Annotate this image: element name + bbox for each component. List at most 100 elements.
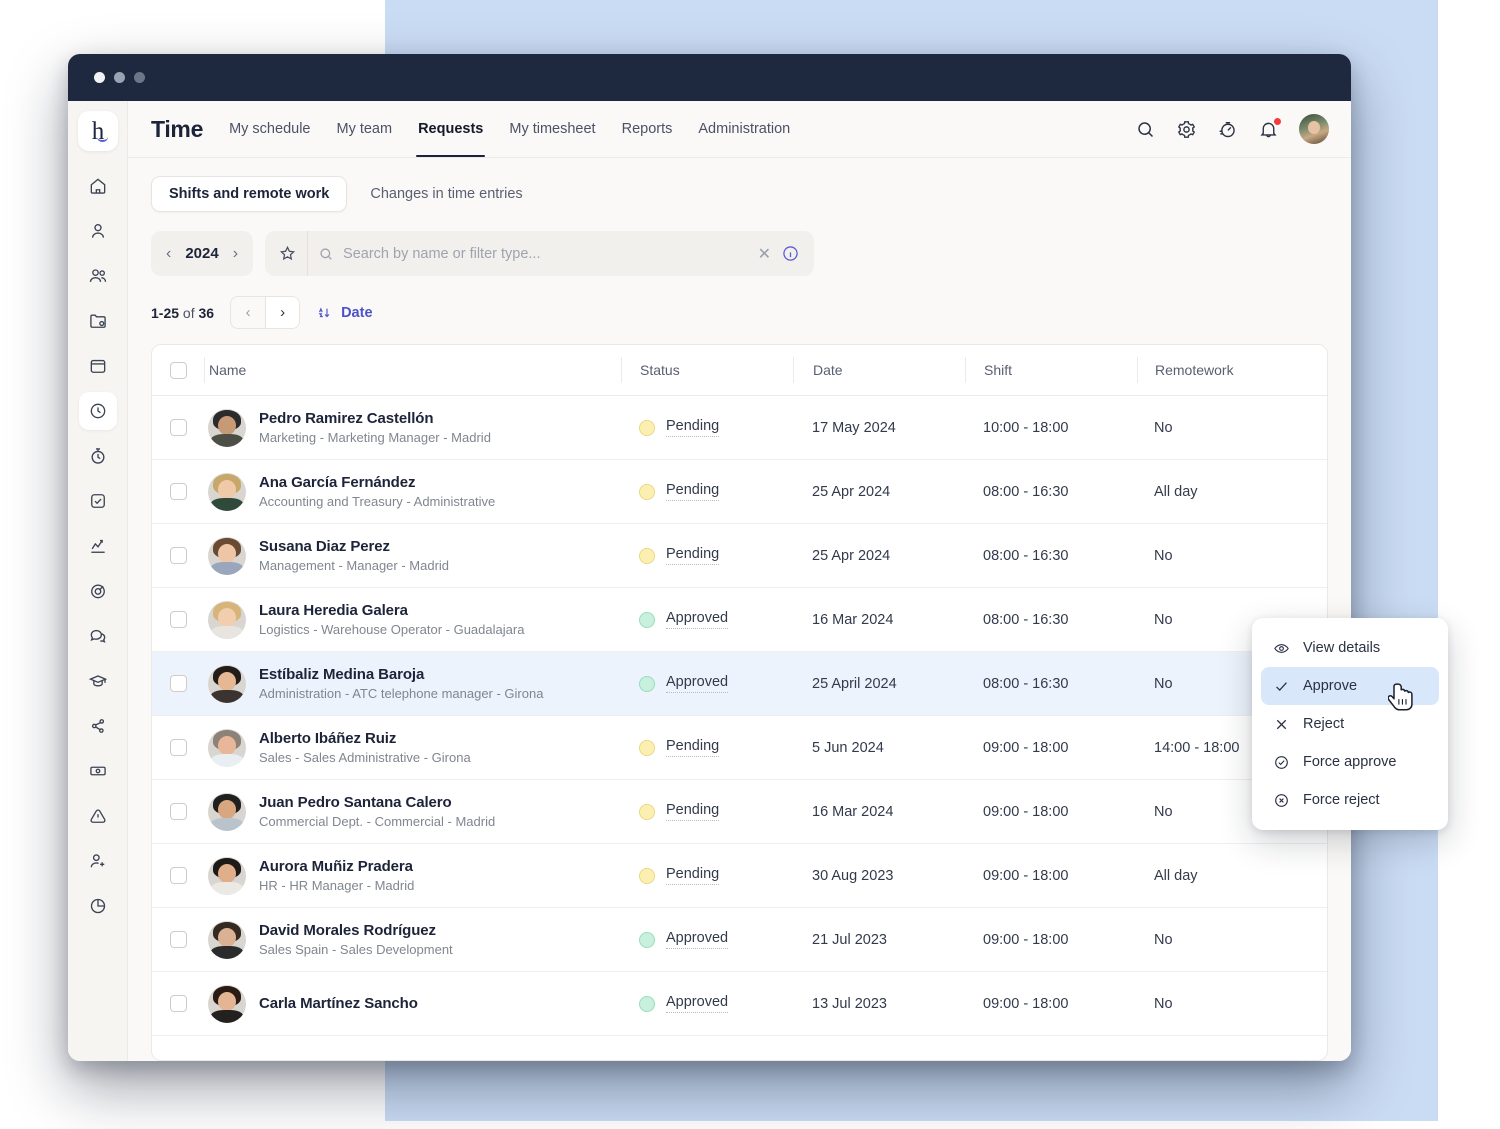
search-button[interactable] [1135, 119, 1156, 140]
nav-requests[interactable]: Requests [418, 101, 483, 157]
search-input[interactable] [343, 246, 748, 262]
check-icon [1273, 678, 1290, 695]
row-checkbox[interactable] [170, 739, 187, 756]
sidebar-item-recruitment[interactable] [79, 842, 117, 880]
column-header-status[interactable]: Status [621, 357, 793, 383]
row-remotework: No [1154, 996, 1173, 1012]
row-checkbox[interactable] [170, 547, 187, 564]
clear-search-button[interactable]: ✕ [748, 244, 781, 264]
row-date-cell: 5 Jun 2024 [793, 739, 965, 757]
timetracker-button[interactable] [1217, 119, 1238, 140]
stopwatch-icon [1217, 119, 1238, 140]
status-badge: Pending [666, 802, 719, 821]
row-checkbox[interactable] [170, 419, 187, 436]
status-badge: Approved [666, 610, 728, 629]
row-checkbox[interactable] [170, 675, 187, 692]
column-header-remotework[interactable]: Remotework [1137, 357, 1327, 383]
pagination-total: 36 [199, 305, 215, 321]
favorite-button[interactable] [278, 244, 297, 263]
notifications-button[interactable] [1258, 119, 1279, 140]
nav-reports[interactable]: Reports [622, 101, 673, 157]
year-prev-button[interactable]: ‹ [166, 246, 171, 262]
nav-my-schedule[interactable]: My schedule [229, 101, 310, 157]
sidebar-item-payroll[interactable] [79, 752, 117, 790]
row-name: Carla Martínez Sancho [259, 995, 418, 1012]
tab-shifts-and-remote-work[interactable]: Shifts and remote work [151, 176, 347, 212]
row-checkbox[interactable] [170, 803, 187, 820]
window-maximize-dot[interactable] [134, 72, 145, 83]
row-shift: 08:00 - 16:30 [983, 612, 1068, 628]
nav-administration[interactable]: Administration [698, 101, 790, 157]
table-row[interactable]: Alberto Ibáñez RuizSales - Sales Adminis… [152, 716, 1327, 780]
sidebar-item-chat[interactable] [79, 617, 117, 655]
nav-my-timesheet[interactable]: My timesheet [509, 101, 595, 157]
row-checkbox[interactable] [170, 931, 187, 948]
pagination-next-button[interactable]: › [265, 297, 299, 328]
app-logo[interactable]: h [78, 111, 118, 151]
sidebar-item-time[interactable] [79, 392, 117, 430]
sidebar-item-tasks[interactable] [79, 482, 117, 520]
table-row[interactable]: David Morales RodríguezSales Spain - Sal… [152, 908, 1327, 972]
sidebar-item-goals[interactable] [79, 572, 117, 610]
menu-item-force-approve[interactable]: Force approve [1261, 743, 1439, 781]
sidebar-item-home[interactable] [79, 167, 117, 205]
window-close-dot[interactable] [94, 72, 105, 83]
status-dot-approved [639, 676, 655, 692]
menu-item-force-reject[interactable]: Force reject [1261, 781, 1439, 819]
sidebar-item-people[interactable] [79, 257, 117, 295]
column-header-date[interactable]: Date [793, 357, 965, 383]
year-next-button[interactable]: › [233, 246, 238, 262]
row-select-cell [152, 995, 204, 1012]
status-badge: Approved [666, 994, 728, 1013]
tab-changes-in-time-entries[interactable]: Changes in time entries [353, 177, 539, 211]
pagination-prev-button[interactable]: ‹ [231, 297, 265, 328]
row-checkbox[interactable] [170, 483, 187, 500]
search-divider [307, 231, 308, 276]
table-row[interactable]: Estíbaliz Medina BarojaAdministration - … [152, 652, 1327, 716]
info-button[interactable] [781, 244, 810, 263]
sidebar-item-person[interactable] [79, 212, 117, 250]
row-remotework: All day [1154, 868, 1198, 884]
app-window: h [68, 54, 1351, 1061]
table-row[interactable]: Susana Diaz PerezManagement - Manager - … [152, 524, 1327, 588]
sidebar-item-reports[interactable] [79, 887, 117, 925]
table-row[interactable]: Aurora Muñiz PraderaHR - HR Manager - Ma… [152, 844, 1327, 908]
settings-button[interactable] [1176, 119, 1197, 140]
user-avatar[interactable] [1299, 114, 1329, 144]
nav-my-team[interactable]: My team [336, 101, 392, 157]
window-minimize-dot[interactable] [114, 72, 125, 83]
table-row[interactable]: Ana García FernándezAccounting and Treas… [152, 460, 1327, 524]
column-header-shift[interactable]: Shift [965, 357, 1137, 383]
chart-line-icon [88, 536, 108, 556]
pagination-buttons: ‹ › [230, 296, 300, 329]
sidebar-item-alerts[interactable] [79, 797, 117, 835]
sidebar-item-calendar[interactable] [79, 347, 117, 385]
sort-button[interactable]: Date [316, 304, 372, 321]
row-status-cell: Approved [621, 674, 793, 693]
status-dot-approved [639, 932, 655, 948]
table-row[interactable]: Juan Pedro Santana CaleroCommercial Dept… [152, 780, 1327, 844]
pagination-row: 1-25 of 36 ‹ › Date [151, 296, 1328, 329]
table-row[interactable]: Laura Heredia GaleraLogistics - Warehous… [152, 588, 1327, 652]
menu-item-view-details[interactable]: View details [1261, 629, 1439, 667]
sidebar-item-folder[interactable] [79, 302, 117, 340]
row-status-cell: Pending [621, 738, 793, 757]
sidebar-item-learning[interactable] [79, 662, 117, 700]
row-checkbox[interactable] [170, 611, 187, 628]
row-checkbox[interactable] [170, 995, 187, 1012]
workflow-icon [88, 716, 108, 736]
row-checkbox[interactable] [170, 867, 187, 884]
row-name: Alberto Ibáñez Ruiz [259, 730, 471, 747]
row-status-cell: Pending [621, 866, 793, 885]
sidebar-item-analytics[interactable] [79, 527, 117, 565]
people-icon [88, 266, 108, 286]
row-shift: 08:00 - 16:30 [983, 484, 1068, 500]
sidebar-item-stopwatch[interactable] [79, 437, 117, 475]
sidebar-item-workflows[interactable] [79, 707, 117, 745]
top-actions [1135, 114, 1329, 144]
row-remotework: 14:00 - 18:00 [1154, 740, 1239, 756]
select-all-checkbox[interactable] [170, 362, 187, 379]
table-row[interactable]: Pedro Ramirez CastellónMarketing - Marke… [152, 396, 1327, 460]
table-row[interactable]: Carla Martínez SanchoApproved13 Jul 2023… [152, 972, 1327, 1036]
column-header-name[interactable]: Name [204, 357, 621, 383]
